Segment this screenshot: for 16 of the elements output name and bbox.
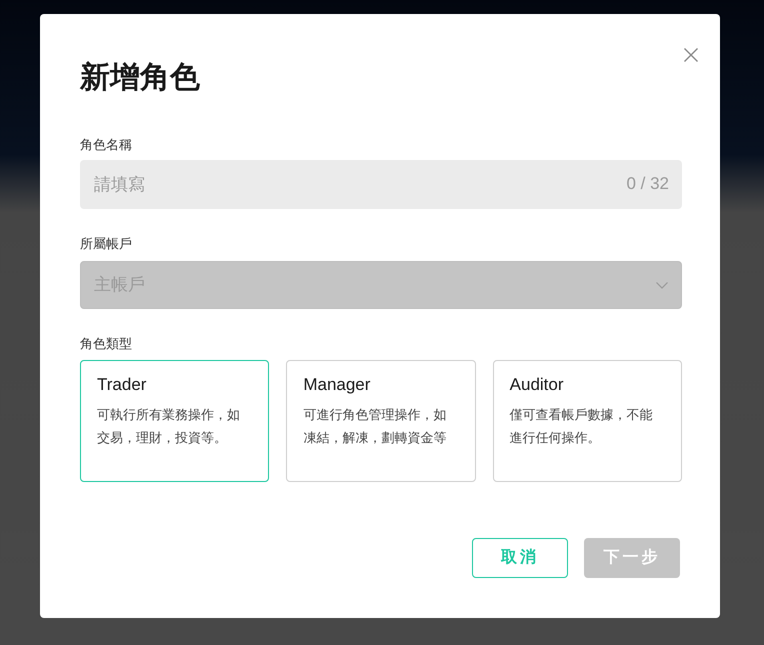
role-card[interactable]: Manager 可進行角色管理操作，如凍結，解凍，劃轉資金等 bbox=[286, 360, 476, 482]
role-description: 僅可查看帳戶數據，不能進行任何操作。 bbox=[510, 406, 654, 447]
role-title: Trader bbox=[97, 374, 146, 396]
role-title: Auditor bbox=[510, 374, 564, 396]
role-description: 可進行角色管理操作，如凍結，解凍，劃轉資金等 bbox=[303, 406, 448, 447]
close-icon[interactable] bbox=[683, 47, 699, 63]
field-label: 角色類型 bbox=[80, 335, 132, 353]
dialog-title: 新增角色 bbox=[80, 60, 200, 96]
role-card[interactable]: Trader 可執行所有業務操作，如交易，理財，投資等。 bbox=[80, 360, 270, 482]
role-card[interactable]: Auditor 僅可查看帳戶數據，不能進行任何操作。 bbox=[492, 360, 682, 482]
role-title: Manager bbox=[303, 374, 370, 396]
character-counter: 0 / 32 bbox=[626, 173, 669, 195]
role-description: 可執行所有業務操作，如交易，理財，投資等。 bbox=[97, 406, 241, 447]
field-label: 所屬帳戶 bbox=[80, 235, 132, 253]
chevron-down-icon bbox=[656, 282, 668, 288]
field-label: 角色名稱 bbox=[80, 136, 132, 154]
